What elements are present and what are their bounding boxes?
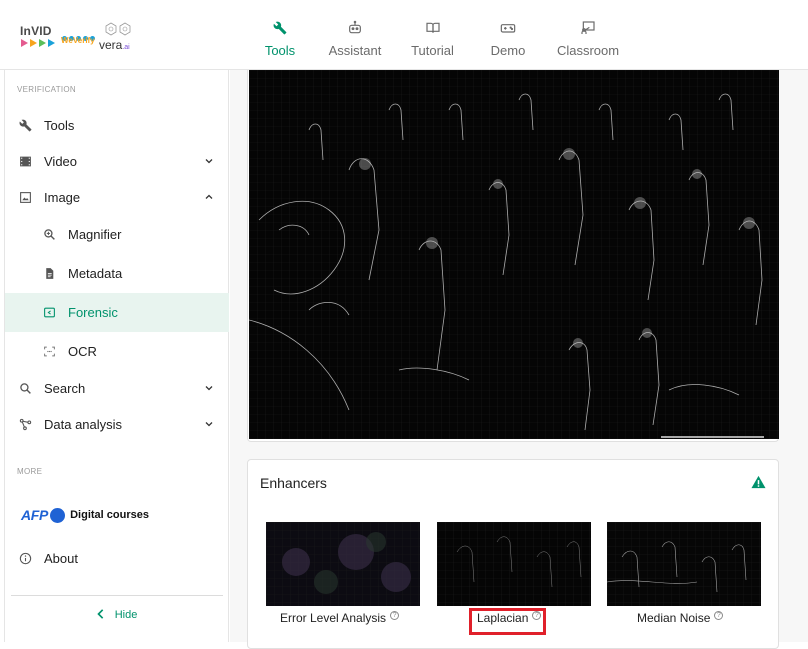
section-label-verification: VERIFICATION <box>17 85 77 94</box>
ela-thumbnail[interactable] <box>266 522 420 606</box>
nav-tab-assistant[interactable]: Assistant <box>315 0 395 70</box>
gamepad-icon <box>500 20 516 36</box>
sidebar-item-image[interactable]: Image <box>5 179 229 215</box>
vera-logo-text: vera.ai <box>99 38 130 52</box>
app-logo[interactable]: InVID WeVerify vera.ai <box>20 18 140 54</box>
laplacian-thumbnail[interactable] <box>437 522 591 606</box>
forensic-result-card <box>247 70 779 442</box>
sidebar-item-label: About <box>44 550 78 566</box>
afp-digital-courses-link[interactable]: AFP Digital courses <box>21 500 149 530</box>
nav-tab-label: Demo <box>490 43 526 58</box>
wrench-icon <box>18 118 32 132</box>
sidebar-item-label: Magnifier <box>68 226 122 242</box>
search-icon <box>18 381 32 395</box>
sidebar-item-label: Metadata <box>68 265 123 281</box>
logo-triangle-icon <box>21 39 28 47</box>
help-icon[interactable]: ? <box>714 610 724 620</box>
edge-detection-visual <box>249 70 779 439</box>
logo-triangle-icon <box>39 39 46 47</box>
magnifier-icon <box>42 227 56 241</box>
network-icon <box>18 417 32 431</box>
chevron-left-icon <box>97 608 105 622</box>
book-icon <box>425 20 441 36</box>
median-noise-filter-label[interactable]: Median Noise? <box>637 610 724 625</box>
sidebar-item-search[interactable]: Search <box>5 370 229 406</box>
enhancers-card: Enhancers Error Level Analysis ? Laplaci… <box>247 459 779 649</box>
sidebar: VERIFICATION Tools Video Image Magnifier <box>4 70 229 642</box>
hide-label: Hide <box>114 609 138 621</box>
sidebar-item-label: Search <box>44 380 86 396</box>
vera-hexagon-icon <box>105 22 131 36</box>
section-label-more: MORE <box>17 467 43 476</box>
sidebar-item-about[interactable]: About <box>5 540 229 576</box>
sidebar-item-data-analysis[interactable]: Data analysis <box>5 406 229 442</box>
median-noise-preview-image <box>607 522 761 606</box>
sidebar-item-ocr[interactable]: OCR <box>5 333 229 369</box>
sidebar-item-forensic[interactable]: Forensic <box>5 293 229 332</box>
nav-tab-label: Assistant <box>328 43 382 58</box>
laplacian-filter-label[interactable]: Laplacian? <box>477 610 542 625</box>
digital-courses-label: Digital courses <box>70 509 149 521</box>
classroom-icon <box>580 20 596 36</box>
afp-logo-dot-icon <box>50 507 66 523</box>
image-icon <box>18 190 32 204</box>
top-navigation: Tools Assistant Tutorial Demo Classroom <box>245 0 630 70</box>
laplacian-preview-image <box>437 522 591 606</box>
chevron-down-icon[interactable] <box>203 155 215 167</box>
logo-triangle-icon <box>30 39 37 47</box>
sidebar-item-label: Forensic <box>68 305 118 320</box>
nav-tab-tools[interactable]: Tools <box>245 0 315 70</box>
top-bar: InVID WeVerify vera.ai Tools Assistant T… <box>0 0 808 70</box>
ela-preview-image <box>266 522 420 606</box>
sidebar-item-video[interactable]: Video <box>5 143 229 179</box>
hide-sidebar-button[interactable]: Hide <box>5 603 229 627</box>
document-icon <box>42 266 56 280</box>
invid-logo-text: InVID <box>20 24 52 38</box>
sidebar-item-tools[interactable]: Tools <box>5 107 229 143</box>
warning-icon[interactable] <box>751 475 766 489</box>
sidebar-item-label: OCR <box>68 343 97 359</box>
info-icon <box>18 551 32 565</box>
sidebar-item-label: Video <box>44 153 78 169</box>
ocr-scan-icon <box>42 344 56 358</box>
chevron-up-icon[interactable] <box>203 191 215 203</box>
wrench-icon <box>272 20 288 36</box>
weverify-logo-text: WeVerify <box>61 36 95 45</box>
sidebar-item-magnifier[interactable]: Magnifier <box>5 216 229 252</box>
sidebar-item-metadata[interactable]: Metadata <box>5 255 229 291</box>
nav-tab-label: Classroom <box>556 43 620 58</box>
logo-triangle-icon <box>48 39 55 47</box>
median-noise-thumbnail[interactable] <box>607 522 761 606</box>
nav-tab-label: Tools <box>264 43 296 58</box>
forensic-icon <box>42 306 56 320</box>
chevron-down-icon[interactable] <box>203 382 215 394</box>
laplacian-result-image <box>249 70 779 439</box>
enhancers-title: Enhancers <box>260 475 327 491</box>
sidebar-divider <box>11 595 223 596</box>
nav-tab-tutorial[interactable]: Tutorial <box>395 0 470 70</box>
sidebar-item-label: Data analysis <box>44 416 123 432</box>
robot-icon <box>347 20 363 36</box>
nav-tab-classroom[interactable]: Classroom <box>546 0 630 70</box>
afp-logo: AFP <box>21 507 49 523</box>
sidebar-item-label: Tools <box>44 117 75 133</box>
help-icon[interactable]: ? <box>390 610 400 620</box>
sidebar-item-label: Image <box>44 189 81 205</box>
film-icon <box>18 154 32 168</box>
help-icon[interactable]: ? <box>532 610 542 620</box>
ela-filter-label[interactable]: Error Level Analysis? <box>280 610 400 625</box>
main-content: Enhancers Error Level Analysis ? Laplaci… <box>230 70 808 649</box>
nav-tab-label: Tutorial <box>411 43 454 58</box>
chevron-down-icon[interactable] <box>203 418 215 430</box>
nav-tab-demo[interactable]: Demo <box>470 0 546 70</box>
